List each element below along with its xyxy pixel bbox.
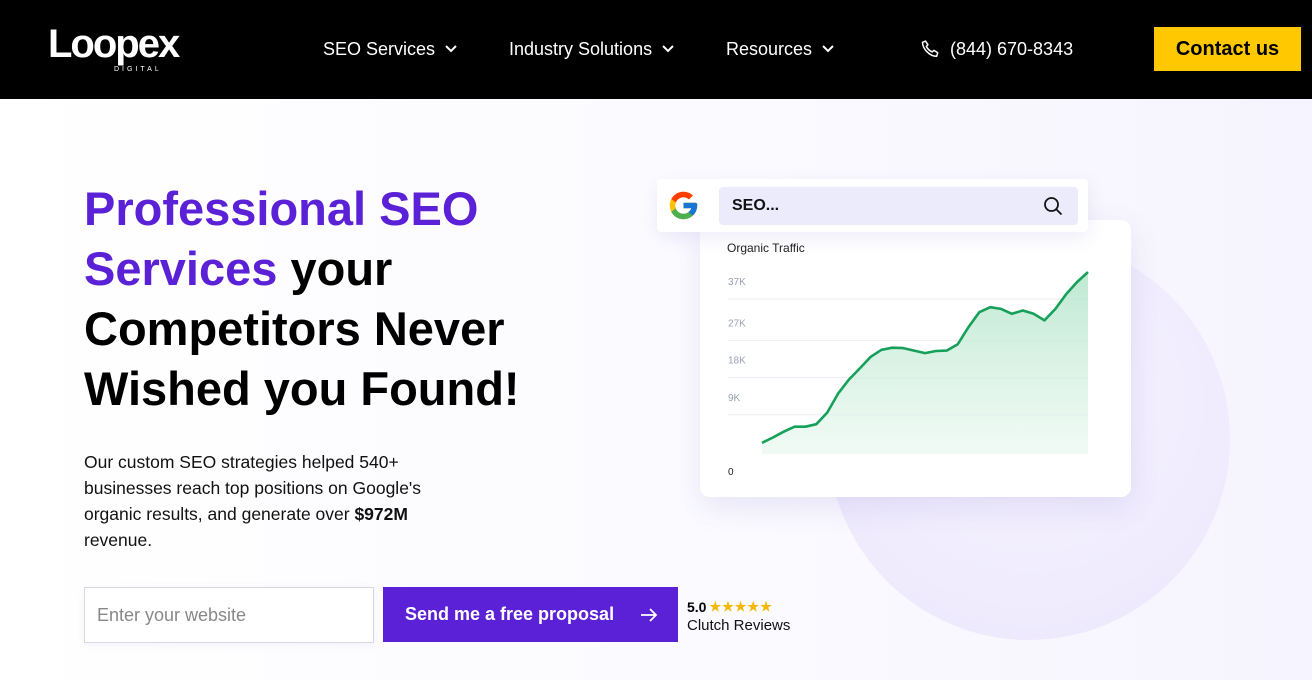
nav-industry-solutions[interactable]: Industry Solutions bbox=[509, 37, 674, 61]
rating-score: 5.0 bbox=[687, 599, 707, 615]
google-icon bbox=[669, 191, 698, 220]
logo-subtitle: DIGITAL bbox=[114, 66, 162, 73]
phone-number: (844) 670-8343 bbox=[950, 38, 1074, 59]
proposal-button-label: Send me a free proposal bbox=[405, 604, 615, 624]
search-field[interactable]: SEO... bbox=[719, 187, 1078, 225]
y-tick-label: 18K bbox=[728, 356, 746, 367]
nav-resources-label: Resources bbox=[726, 39, 813, 59]
description-end: revenue. bbox=[84, 530, 153, 550]
y-tick-label: 27K bbox=[728, 318, 746, 329]
google-search-card: SEO... bbox=[657, 179, 1088, 232]
free-proposal-button[interactable]: Send me a free proposal bbox=[383, 587, 678, 642]
site-header: Loopex DIGITAL SEO Services Industry Sol… bbox=[0, 0, 1312, 99]
rating-row: 5.0 ★★★★★ bbox=[687, 599, 827, 615]
y-tick-label: 37K bbox=[728, 277, 746, 288]
y-tick-label: 0 bbox=[728, 467, 734, 478]
search-query: SEO... bbox=[732, 197, 780, 214]
organic-traffic-chart: 37K 27K 18K 9K 0 bbox=[728, 271, 1089, 478]
contact-us-button[interactable]: Contact us bbox=[1154, 27, 1301, 71]
phone-icon bbox=[921, 40, 939, 58]
phone-link[interactable]: (844) 670-8343 bbox=[920, 37, 1073, 61]
search-icon[interactable] bbox=[1043, 196, 1063, 216]
loopex-logo[interactable]: Loopex DIGITAL bbox=[48, 22, 198, 78]
logo-wordmark: Loopex bbox=[48, 22, 180, 66]
nav-seo-services[interactable]: SEO Services bbox=[323, 37, 457, 61]
star-icon: ★★★★★ bbox=[709, 599, 773, 614]
nav-seo-services-label: SEO Services bbox=[323, 39, 436, 59]
chevron-down-icon bbox=[822, 45, 834, 53]
organic-traffic-card: Organic Traffic 37K 27K 18K 9K 0 bbox=[700, 220, 1131, 497]
website-input[interactable] bbox=[84, 587, 374, 643]
rating-label: Clutch Reviews bbox=[687, 617, 791, 634]
nav-resources[interactable]: Resources bbox=[726, 37, 834, 61]
clutch-rating[interactable]: 5.0 ★★★★★ Clutch Reviews bbox=[687, 599, 827, 634]
revenue-amount: $972M bbox=[354, 504, 408, 524]
hero-headline: Professional SEO Services your Competito… bbox=[84, 179, 604, 419]
chevron-down-icon bbox=[662, 45, 674, 53]
nav-industry-solutions-label: Industry Solutions bbox=[509, 39, 653, 59]
hero-description: Our custom SEO strategies helped 540+ bu… bbox=[84, 449, 424, 553]
hero-section: Professional SEO Services your Competito… bbox=[0, 99, 1312, 680]
arrow-right-icon bbox=[641, 607, 658, 622]
y-tick-label: 9K bbox=[728, 393, 741, 404]
chevron-down-icon bbox=[445, 45, 457, 53]
